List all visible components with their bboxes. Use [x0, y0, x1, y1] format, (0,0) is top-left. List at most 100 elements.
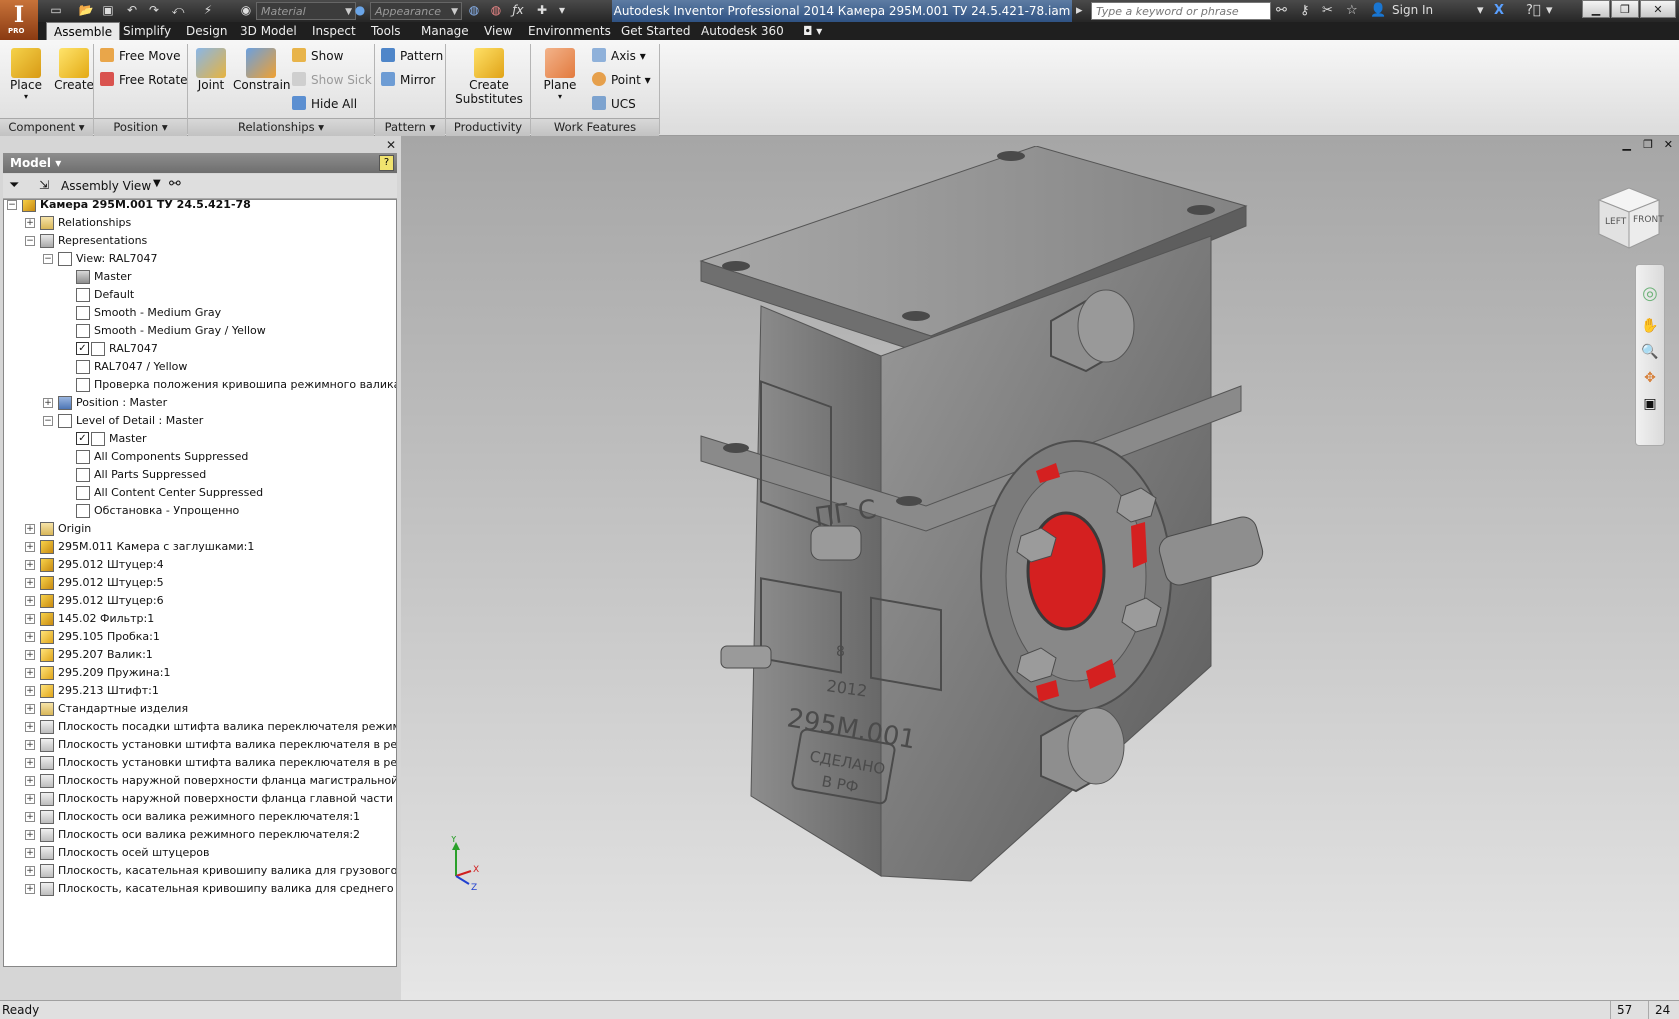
- ribbon-options-icon[interactable]: ◘ ▾: [796, 22, 829, 40]
- tab-autodesk-360[interactable]: Autodesk 360: [694, 22, 791, 40]
- favorites-star-icon[interactable]: ☆: [1346, 3, 1358, 19]
- panel-label-pattern[interactable]: Pattern ▾: [375, 118, 445, 136]
- expand-icon[interactable]: +: [43, 398, 53, 408]
- constrain-button[interactable]: Constrain: [233, 48, 291, 92]
- hide-all-button[interactable]: Hide All: [292, 96, 357, 111]
- expand-icon[interactable]: +: [25, 704, 35, 714]
- viewport-restore-icon[interactable]: ❐: [1643, 138, 1653, 151]
- tree-node[interactable]: Обстановка - Упрощенно: [4, 502, 396, 520]
- tree-node[interactable]: +295М.011 Камера с заглушками:1: [4, 538, 396, 556]
- search-input[interactable]: Type a keyword or phrase: [1091, 2, 1271, 20]
- binoculars-icon[interactable]: ⚯: [1276, 3, 1287, 19]
- 3d-model-housing[interactable]: ПГ С 8 2012 295М.001 СДЕЛАНО В РФ: [691, 146, 1311, 926]
- tree-node[interactable]: +295.213 Штифт:1: [4, 682, 396, 700]
- update-icon[interactable]: ⚡: [200, 3, 216, 17]
- tree-node[interactable]: +295.207 Валик:1: [4, 646, 396, 664]
- tree-node[interactable]: + Стандартные изделия: [4, 700, 396, 718]
- filter-icon[interactable]: ⏷: [9, 178, 19, 193]
- tree-node[interactable]: All Content Center Suppressed: [4, 484, 396, 502]
- tree-node[interactable]: + Плоскость оси валика режимного переключ…: [4, 808, 396, 826]
- browser-help-icon[interactable]: ?: [379, 155, 394, 171]
- tab-manage[interactable]: Manage: [414, 22, 476, 40]
- expand-icon[interactable]: +: [25, 884, 35, 894]
- expand-icon[interactable]: +: [25, 668, 35, 678]
- undo-icon[interactable]: ↶: [124, 3, 140, 17]
- expand-icon[interactable]: +: [25, 722, 35, 732]
- panel-label-work-features[interactable]: Work Features: [531, 118, 659, 136]
- expand-icon[interactable]: +: [25, 794, 35, 804]
- color-wheel-icon[interactable]: ◉: [238, 3, 254, 17]
- steering-wheel-icon[interactable]: ◎: [1636, 283, 1664, 304]
- tree-node[interactable]: − Level of Detail : Master: [4, 412, 396, 430]
- tree-node[interactable]: + Плоскость установки штифта валика перек…: [4, 754, 396, 772]
- return-icon[interactable]: ⤺: [170, 3, 186, 17]
- tab-get-started[interactable]: Get Started: [614, 22, 698, 40]
- tab-design[interactable]: Design: [179, 22, 234, 40]
- expand-icon[interactable]: +: [25, 542, 35, 552]
- qat-dropdown-icon[interactable]: ▾: [554, 3, 570, 17]
- expand-icon[interactable]: +: [25, 578, 35, 588]
- fx-icon[interactable]: ƒx: [510, 3, 526, 17]
- open-icon[interactable]: 📂: [78, 3, 94, 17]
- minimize-button[interactable]: ▁: [1582, 0, 1610, 18]
- key-icon[interactable]: ⚷: [1300, 3, 1310, 19]
- adjust-icon[interactable]: ◍: [466, 3, 482, 17]
- tree-node[interactable]: +295.012 Штуцер:5: [4, 574, 396, 592]
- viewport-minimize-icon[interactable]: ▁: [1623, 138, 1631, 151]
- collapse-icon[interactable]: −: [7, 200, 17, 210]
- plus-icon[interactable]: ✚: [534, 3, 550, 17]
- orbit-icon[interactable]: ✥: [1636, 370, 1664, 386]
- application-menu-button[interactable]: I PRO: [0, 0, 38, 40]
- point-button[interactable]: Point ▾: [592, 72, 651, 87]
- collapse-icon[interactable]: −: [25, 236, 35, 246]
- subscription-icon[interactable]: ✂: [1322, 3, 1333, 19]
- tree-node[interactable]: All Components Suppressed: [4, 448, 396, 466]
- tree-node[interactable]: + Плоскость, касательная кривошипу валика…: [4, 862, 396, 880]
- tree-node[interactable]: ✓ Master: [4, 430, 396, 448]
- panel-label-productivity[interactable]: Productivity: [446, 118, 530, 136]
- pattern-button[interactable]: Pattern: [381, 48, 443, 63]
- expand-icon[interactable]: +: [25, 776, 35, 786]
- find-binoculars-icon[interactable]: ⚯: [169, 176, 181, 192]
- tree-node[interactable]: All Parts Suppressed: [4, 466, 396, 484]
- panel-label-component[interactable]: Component ▾: [0, 118, 93, 136]
- panel-label-relationships[interactable]: Relationships ▾: [188, 118, 374, 136]
- exchange-apps-icon[interactable]: X: [1494, 3, 1504, 19]
- sign-in-dropdown-icon[interactable]: ▾: [1477, 3, 1484, 19]
- redo-icon[interactable]: ↷: [146, 3, 162, 17]
- tab-simplify[interactable]: Simplify: [116, 22, 178, 40]
- expand-icon[interactable]: +: [25, 560, 35, 570]
- save-icon[interactable]: ▣: [100, 3, 116, 17]
- view-mode-dropdown-icon[interactable]: ▼: [153, 178, 161, 189]
- graphics-viewport[interactable]: ▁ ❐ ✕ LEFT FRONT ◎ ✋ 🔍 ✥ ▣ ПГ С 8 2012 2…: [401, 136, 1679, 1000]
- tree-node[interactable]: − Representations: [4, 232, 396, 250]
- zoom-icon[interactable]: 🔍: [1636, 344, 1664, 360]
- tree-node[interactable]: +295.105 Пробка:1: [4, 628, 396, 646]
- tab-tools[interactable]: Tools: [364, 22, 408, 40]
- show-button[interactable]: Show: [292, 48, 343, 63]
- free-move-button[interactable]: Free Move: [100, 48, 180, 63]
- expand-icon[interactable]: +: [25, 650, 35, 660]
- tree-node[interactable]: + Плоскость наружной поверхности фланца г…: [4, 790, 396, 808]
- new-icon[interactable]: ▭: [48, 3, 64, 17]
- tree-node[interactable]: ✓ RAL7047: [4, 340, 396, 358]
- tree-node[interactable]: Smooth - Medium Gray / Yellow: [4, 322, 396, 340]
- expand-icon[interactable]: +: [25, 218, 35, 228]
- expand-icon[interactable]: +: [25, 686, 35, 696]
- expand-icon[interactable]: +: [25, 740, 35, 750]
- tab-assemble[interactable]: Assemble: [46, 22, 121, 41]
- tree-node[interactable]: + Position : Master: [4, 394, 396, 412]
- tree-node[interactable]: +295.012 Штуцер:6: [4, 592, 396, 610]
- tree-node[interactable]: Master: [4, 268, 396, 286]
- plane-button[interactable]: Plane ▾: [537, 48, 583, 101]
- user-icon[interactable]: 👤: [1370, 3, 1386, 19]
- viewcube[interactable]: LEFT FRONT: [1581, 176, 1671, 260]
- expand-icon[interactable]: +: [25, 848, 35, 858]
- tree-node[interactable]: + Relationships: [4, 214, 396, 232]
- tree-node[interactable]: +295.012 Штуцер:4: [4, 556, 396, 574]
- tree-node[interactable]: + Плоскость оси валика режимного переключ…: [4, 826, 396, 844]
- tree-node[interactable]: +145.02 Фильтр:1: [4, 610, 396, 628]
- tree-node[interactable]: Smooth - Medium Gray: [4, 304, 396, 322]
- expand-icon[interactable]: +: [25, 866, 35, 876]
- expand-icon[interactable]: +: [25, 632, 35, 642]
